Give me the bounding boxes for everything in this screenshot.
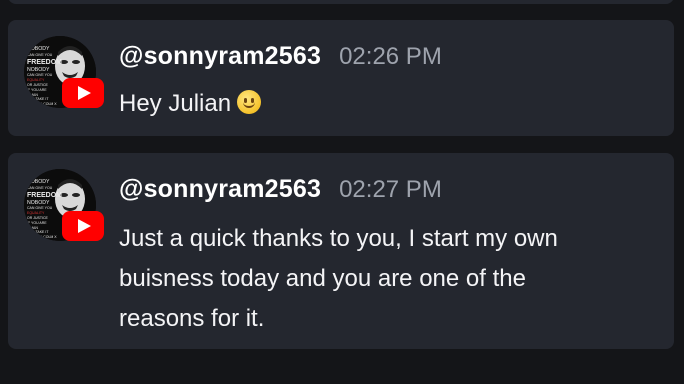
message-text: Hey Julian [119,90,232,117]
message-body: Just a quick thanks to you, I start my o… [119,219,659,339]
avatar-text-10: YOU TAKE IT [27,230,49,234]
avatar-text-2: CAN GIVE YOU [27,186,53,190]
avatar-text-6: EQUALITY [27,78,45,82]
previous-message-card [8,0,674,4]
message-header: @sonnyram2563 02:27 PM [119,175,442,204]
message-timestamp: 02:26 PM [339,43,442,70]
avatar-text-7: OR JUSTICE [27,83,48,87]
avatar-text-3: FREEDOM [27,192,62,199]
avatar-text-8: IF YOU ARE [27,221,47,225]
avatar-text-11: MALCOLM X [36,235,57,239]
youtube-icon [62,211,104,241]
avatar-text-6: EQUALITY [27,211,45,215]
avatar-text-5: CAN GIVE YOU [27,206,53,210]
message-text-line: reasons for it. [119,305,265,332]
message-text-line: Just a quick thanks to you, I start my o… [119,225,558,252]
message-text-line: buisness today and you are one of the [119,265,526,292]
chat-feed: NOBODY CAN GIVE YOU FREEDOM NOBODY CAN G… [0,0,684,384]
author-username[interactable]: @sonnyram2563 [119,175,321,204]
avatar-text-3: FREEDOM [27,59,62,66]
message-header: @sonnyram2563 02:26 PM [119,42,442,71]
avatar-text-5: CAN GIVE YOU [27,73,53,77]
avatar-text-1: NOBODY [27,179,50,185]
avatar-text-11: MALCOLM X [36,102,57,106]
author-avatar-group[interactable]: NOBODY CAN GIVE YOU FREEDOM NOBODY CAN G… [24,36,110,122]
slightly-smiling-face-icon [237,90,262,114]
author-avatar-group[interactable]: NOBODY CAN GIVE YOU FREEDOM NOBODY CAN G… [24,169,110,255]
chat-message: NOBODY CAN GIVE YOU FREEDOM NOBODY CAN G… [8,153,674,349]
avatar-text-7: OR JUSTICE [27,216,48,220]
avatar-text-8: IF YOU ARE [27,88,47,92]
avatar-text-10: YOU TAKE IT [27,97,49,101]
avatar-text-1: NOBODY [27,46,50,52]
message-timestamp: 02:27 PM [339,176,442,203]
youtube-icon [62,78,104,108]
chat-message: NOBODY CAN GIVE YOU FREEDOM NOBODY CAN G… [8,20,674,136]
author-username[interactable]: @sonnyram2563 [119,42,321,71]
message-body: Hey Julian [119,84,659,124]
avatar-text-2: CAN GIVE YOU [27,53,53,57]
